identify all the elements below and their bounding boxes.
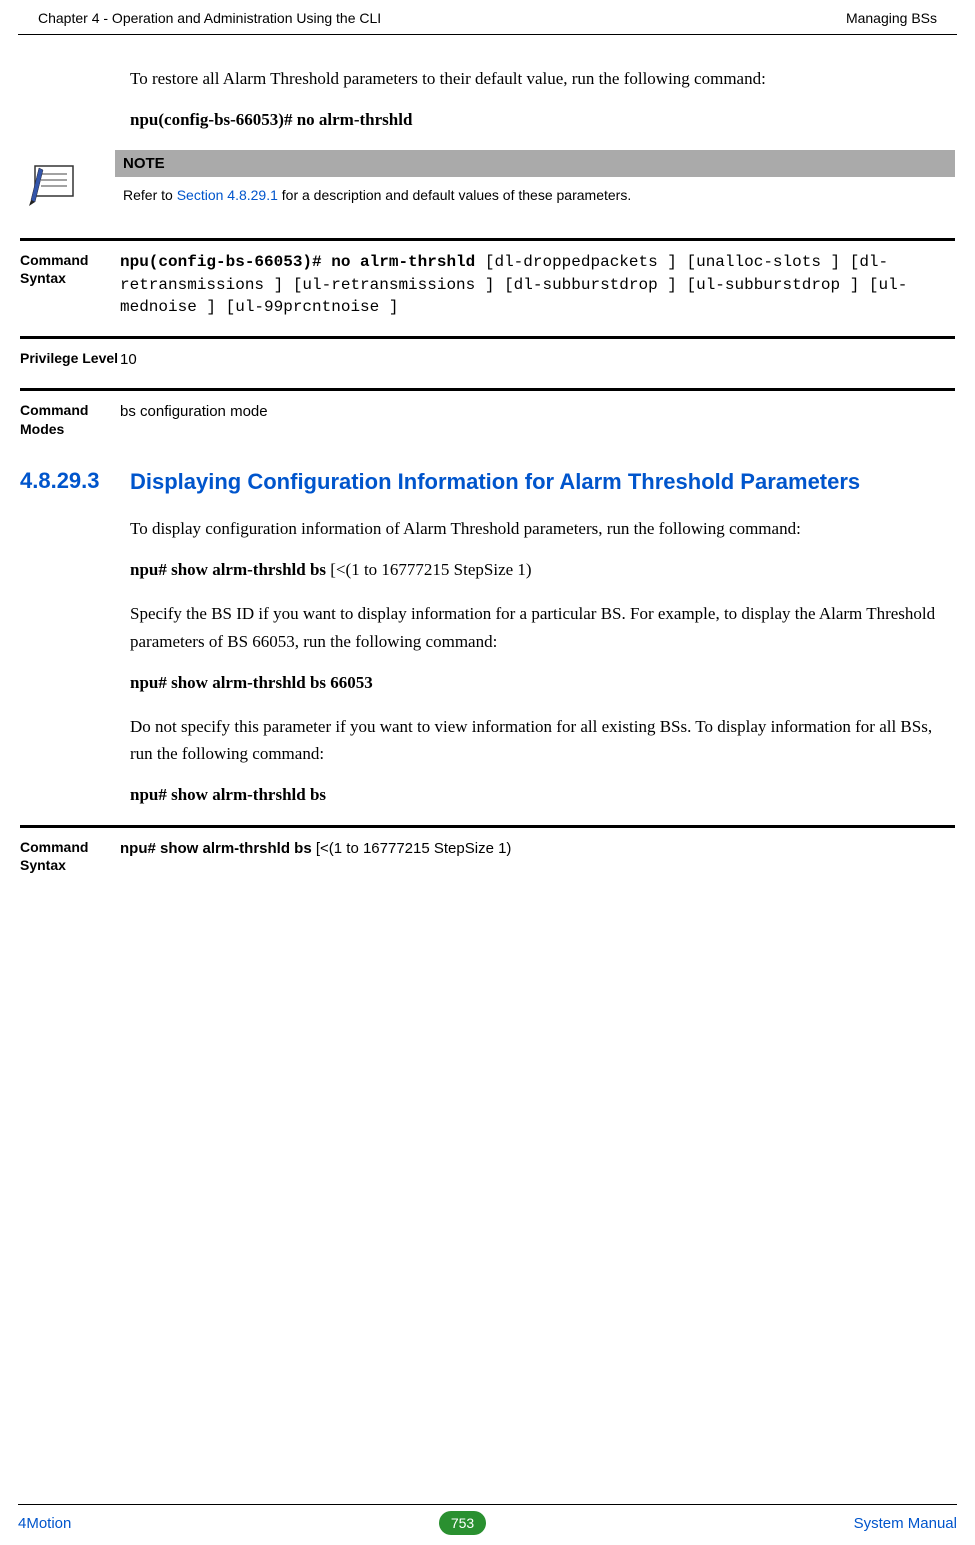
privilege-level-row: Privilege Level 10	[20, 336, 955, 370]
entry-value: 10	[120, 349, 955, 370]
cmd1-rest: [<(1 to 16777215 StepSize 1)	[326, 560, 532, 579]
section-title: Displaying Configuration Information for…	[130, 468, 860, 496]
command-syntax-row-2: Command Syntax npu# show alrm-thrshld bs…	[20, 825, 955, 874]
body-cmd3: npu# show alrm-thrshld bs	[130, 785, 955, 805]
cmd-bold: npu# show alrm-thrshld bs	[120, 840, 312, 857]
entry-label: Command Syntax	[20, 838, 120, 874]
command-modes-row: Command Modes bs configuration mode	[20, 388, 955, 437]
note-prefix: Refer to	[123, 187, 177, 203]
intro-command: npu(config-bs-66053)# no alrm-thrshld	[130, 110, 955, 130]
entry-value: npu# show alrm-thrshld bs [<(1 to 167772…	[120, 838, 955, 859]
note-link[interactable]: Section 4.8.29.1	[177, 187, 278, 203]
note-content: NOTE Refer to Section 4.8.29.1 for a des…	[115, 150, 955, 203]
body-cmd1: npu# show alrm-thrshld bs [<(1 to 167772…	[130, 560, 955, 580]
body-cmd2: npu# show alrm-thrshld bs 66053	[130, 673, 955, 693]
footer-left: 4Motion	[18, 1515, 71, 1532]
entry-label: Command Modes	[20, 401, 120, 437]
page-number: 753	[439, 1511, 486, 1535]
cmd-rest: [<(1 to 16777215 StepSize 1)	[312, 840, 512, 857]
entry-label: Privilege Level	[20, 349, 120, 367]
header-right: Managing BSs	[846, 10, 937, 26]
footer-right: System Manual	[854, 1515, 957, 1532]
page-header: Chapter 4 - Operation and Administration…	[18, 0, 957, 35]
section-number: 4.8.29.3	[20, 468, 130, 494]
note-suffix: for a description and default values of …	[278, 187, 631, 203]
entry-value: npu(config-bs-66053)# no alrm-thrshld [d…	[120, 251, 955, 318]
section-heading: 4.8.29.3 Displaying Configuration Inform…	[20, 468, 955, 496]
note-icon	[25, 158, 85, 208]
body-p2: Specify the BS ID if you want to display…	[130, 600, 955, 654]
command-syntax-row-1: Command Syntax npu(config-bs-66053)# no …	[20, 238, 955, 318]
entry-label: Command Syntax	[20, 251, 120, 287]
note-text: Refer to Section 4.8.29.1 for a descript…	[115, 177, 955, 203]
note-label: NOTE	[115, 150, 955, 177]
entry-value: bs configuration mode	[120, 401, 955, 422]
intro-text: To restore all Alarm Threshold parameter…	[130, 65, 955, 92]
header-left: Chapter 4 - Operation and Administration…	[38, 10, 381, 26]
page-footer: 4Motion 753 System Manual	[18, 1504, 957, 1535]
body-p1: To display configuration information of …	[130, 515, 955, 542]
cmd1-bold: npu# show alrm-thrshld bs	[130, 560, 326, 579]
cmd-bold: npu(config-bs-66053)# no alrm-thrshld	[120, 253, 475, 271]
note-block: NOTE Refer to Section 4.8.29.1 for a des…	[25, 150, 955, 208]
main-content: To restore all Alarm Threshold parameter…	[0, 35, 975, 875]
body-p3: Do not specify this parameter if you wan…	[130, 713, 955, 767]
